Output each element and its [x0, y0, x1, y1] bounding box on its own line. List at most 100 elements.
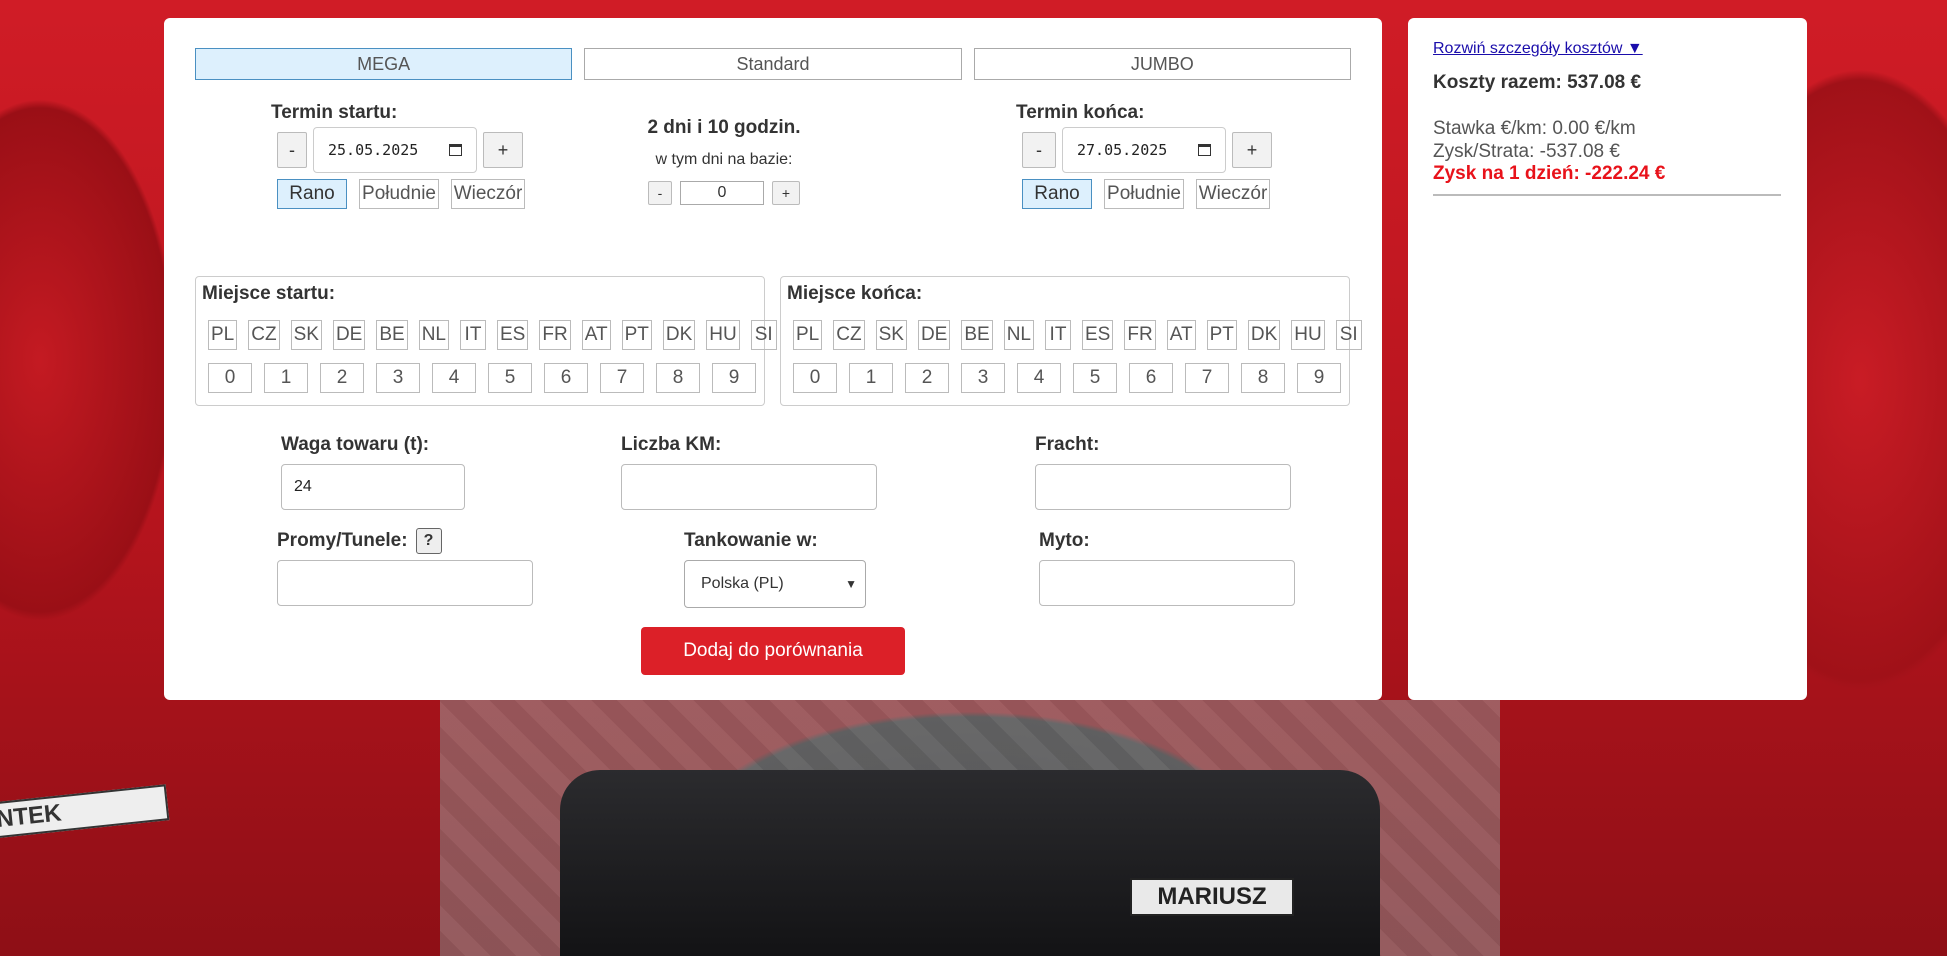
end-country-be[interactable]: BE [961, 320, 993, 350]
start-country-pl[interactable]: PL [208, 320, 238, 350]
start-country-hu[interactable]: HU [706, 320, 740, 350]
end-digit-0[interactable]: 0 [793, 363, 837, 393]
end-time-morning[interactable]: Rano [1022, 179, 1092, 209]
start-country-be[interactable]: BE [376, 320, 408, 350]
end-postcode-digits: 0 1 2 3 4 5 6 7 8 9 [793, 363, 1341, 393]
tab-mega[interactable]: MEGA [195, 48, 573, 80]
start-time-morning[interactable]: Rano [277, 179, 347, 209]
start-date-input[interactable]: 25.05.2025 [313, 127, 477, 173]
freight-input[interactable] [1035, 464, 1291, 510]
start-date-plus-button[interactable]: + [483, 132, 523, 168]
end-country-si[interactable]: SI [1335, 320, 1362, 350]
end-country-at[interactable]: AT [1166, 320, 1196, 350]
weight-input[interactable]: 24 [281, 464, 465, 510]
rate-per-km: Stawka €/km: 0.00 €/km [1433, 118, 1636, 139]
start-digit-9[interactable]: 9 [712, 363, 756, 393]
end-date-input[interactable]: 27.05.2025 [1062, 127, 1226, 173]
base-days-plus-button[interactable]: + [772, 181, 800, 205]
start-digit-2[interactable]: 2 [320, 363, 364, 393]
end-digit-3[interactable]: 3 [961, 363, 1005, 393]
ferries-field: Promy/Tunele:? [277, 528, 533, 606]
ferries-help-button[interactable]: ? [415, 528, 442, 554]
freight-label: Fracht: [1035, 434, 1100, 455]
start-country-de[interactable]: DE [332, 320, 366, 350]
end-country-it[interactable]: IT [1045, 320, 1071, 350]
duration-text: 2 dni i 10 godzin. [647, 117, 801, 138]
calendar-icon[interactable] [1198, 144, 1211, 156]
start-country-nl[interactable]: NL [418, 320, 449, 350]
end-digit-4[interactable]: 4 [1017, 363, 1061, 393]
start-digit-1[interactable]: 1 [264, 363, 308, 393]
ferries-input[interactable] [277, 560, 533, 606]
end-digit-5[interactable]: 5 [1073, 363, 1117, 393]
start-date-block: Termin startu: - 25.05.2025 + Rano Połud… [271, 102, 525, 209]
end-time-evening[interactable]: Wieczór [1196, 179, 1270, 209]
base-days-minus-button[interactable]: - [648, 181, 672, 205]
start-digit-5[interactable]: 5 [488, 363, 532, 393]
km-input[interactable] [621, 464, 877, 510]
start-country-fr[interactable]: FR [539, 320, 571, 350]
freight-field: Fracht: [1035, 434, 1291, 510]
fuel-country-select[interactable]: Polska (PL) ▼ [684, 560, 866, 608]
summary-divider [1433, 194, 1781, 196]
start-digit-0[interactable]: 0 [208, 363, 252, 393]
background-plate-center: MARIUSZ [1130, 878, 1294, 916]
end-date-plus-button[interactable]: + [1232, 132, 1272, 168]
end-country-dk[interactable]: DK [1247, 320, 1281, 350]
start-country-pt[interactable]: PT [621, 320, 652, 350]
start-date-value: 25.05.2025 [328, 141, 419, 159]
end-country-sk[interactable]: SK [875, 320, 907, 350]
profit-loss: Zysk/Strata: -537.08 € [1433, 141, 1620, 162]
start-date-minus-button[interactable]: - [277, 132, 307, 168]
end-country-de[interactable]: DE [917, 320, 951, 350]
expand-cost-details-link[interactable]: Rozwiń szczegóły kosztów ▼ [1433, 40, 1643, 58]
end-country-hu[interactable]: HU [1291, 320, 1325, 350]
start-country-at[interactable]: AT [581, 320, 611, 350]
start-digit-7[interactable]: 7 [600, 363, 644, 393]
start-country-es[interactable]: ES [497, 320, 529, 350]
cost-summary-panel: Rozwiń szczegóły kosztów ▼ Koszty razem:… [1408, 18, 1807, 700]
start-country-sk[interactable]: SK [290, 320, 322, 350]
end-country-pt[interactable]: PT [1206, 320, 1237, 350]
start-digit-6[interactable]: 6 [544, 363, 588, 393]
end-digit-2[interactable]: 2 [905, 363, 949, 393]
end-digit-1[interactable]: 1 [849, 363, 893, 393]
start-country-dk[interactable]: DK [662, 320, 696, 350]
end-digit-8[interactable]: 8 [1241, 363, 1285, 393]
end-country-cz[interactable]: CZ [833, 320, 865, 350]
toll-label: Myto: [1039, 530, 1090, 551]
start-date-label: Termin startu: [271, 102, 398, 123]
end-digit-9[interactable]: 9 [1297, 363, 1341, 393]
start-place-label: Miejsce startu: [202, 283, 336, 304]
end-country-nl[interactable]: NL [1003, 320, 1034, 350]
end-digit-7[interactable]: 7 [1185, 363, 1229, 393]
end-country-es[interactable]: ES [1082, 320, 1114, 350]
end-place-label: Miejsce końca: [787, 283, 923, 304]
start-digit-8[interactable]: 8 [656, 363, 700, 393]
toll-field: Myto: [1039, 530, 1295, 606]
calendar-icon[interactable] [449, 144, 462, 156]
start-country-it[interactable]: IT [460, 320, 486, 350]
chevron-down-icon: ▼ [845, 577, 857, 591]
end-date-minus-button[interactable]: - [1022, 132, 1056, 168]
fuel-field: Tankowanie w: Polska (PL) ▼ [684, 530, 866, 608]
add-to-comparison-button[interactable]: Dodaj do porównania [641, 627, 905, 675]
toll-input[interactable] [1039, 560, 1295, 606]
duration-block: 2 dni i 10 godzin. w tym dni na bazie: -… [619, 117, 829, 205]
start-country-si[interactable]: SI [750, 320, 777, 350]
base-days-input[interactable]: 0 [680, 181, 764, 205]
start-digit-4[interactable]: 4 [432, 363, 476, 393]
tab-jumbo[interactable]: JUMBO [973, 48, 1351, 80]
end-country-fr[interactable]: FR [1124, 320, 1156, 350]
start-postcode-digits: 0 1 2 3 4 5 6 7 8 9 [208, 363, 756, 393]
start-country-cz[interactable]: CZ [248, 320, 280, 350]
tab-standard[interactable]: Standard [584, 48, 962, 80]
start-time-evening[interactable]: Wieczór [451, 179, 525, 209]
start-digit-3[interactable]: 3 [376, 363, 420, 393]
start-time-noon[interactable]: Południe [359, 179, 439, 209]
end-digit-6[interactable]: 6 [1129, 363, 1173, 393]
end-time-noon[interactable]: Południe [1104, 179, 1184, 209]
background-plate-left: NTEK [0, 784, 170, 840]
ferries-label-row: Promy/Tunele:? [277, 528, 533, 554]
end-country-pl[interactable]: PL [793, 320, 823, 350]
